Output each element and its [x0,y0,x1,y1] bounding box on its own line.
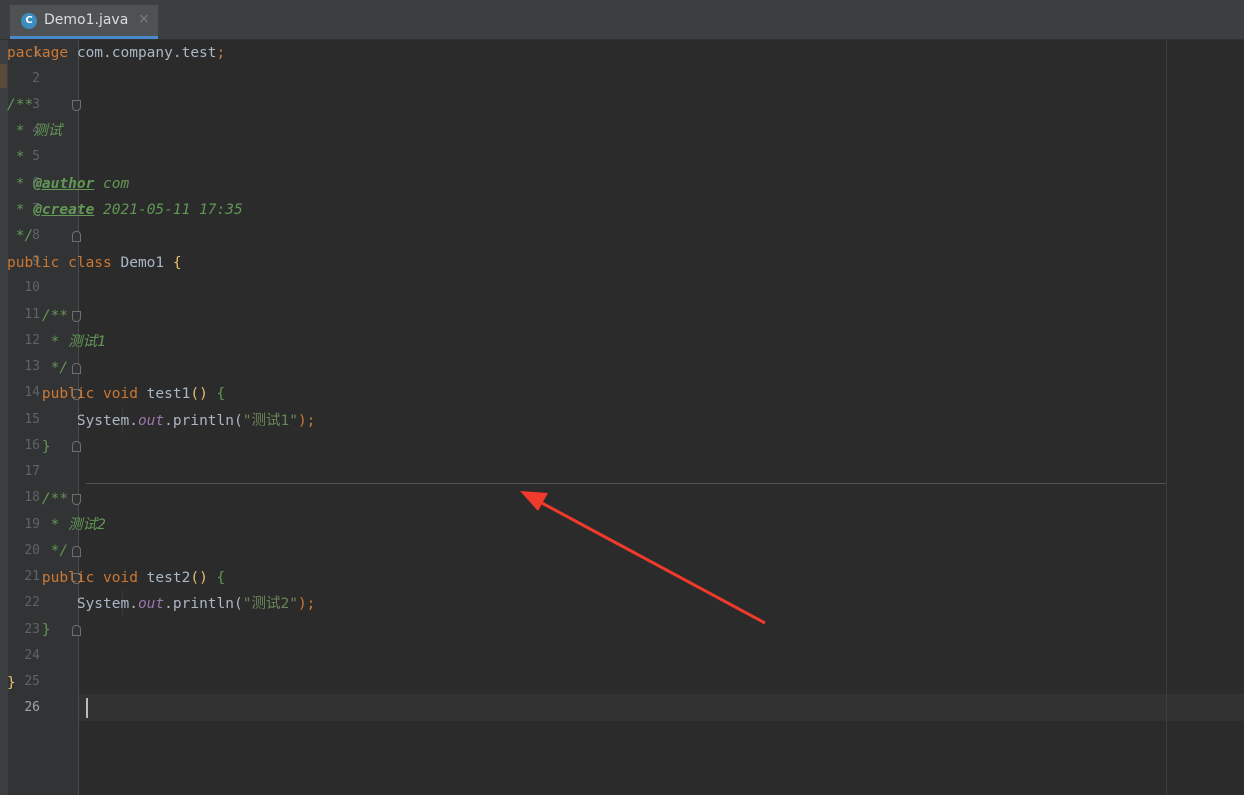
code-line-1[interactable]: package com.company.test; [7,43,225,63]
method-separator [86,483,1166,484]
text-caret [86,698,88,718]
method-name: test2 [137,570,191,586]
method-call: .println( [164,596,243,612]
system-ref: System. [7,413,138,429]
package-name: com.company.test [68,45,217,61]
code-line-9[interactable]: public class Demo1 { [7,253,182,273]
field-out: out [137,596,165,612]
fold-marker-icon[interactable] [72,100,81,111]
code-line-5[interactable]: * [7,147,25,167]
line-number: 10 [24,280,40,295]
editor-tab-bar: C Demo1.java × [0,0,1244,40]
java-class-icon: C [21,13,37,29]
brace: { [207,570,226,586]
line-number: 24 [24,648,40,663]
code-line-13[interactable]: */ [7,358,68,378]
close-icon[interactable]: × [138,11,150,27]
keyword: package [7,45,69,61]
code-line-15[interactable]: System.out.println("测试1"); [7,411,316,431]
comment-prefix: * [7,202,34,218]
code-line-21[interactable]: public void test2() { [7,568,225,588]
code-line-3[interactable]: /** [7,95,33,115]
keyword: public class [7,255,112,271]
code-line-7[interactable]: * @create 2021-05-11 17:35 [7,200,243,220]
system-ref: System. [7,596,138,612]
call-end: ); [297,596,316,612]
method-call: .println( [164,413,243,429]
line-number: 2 [32,71,40,86]
code-line-25[interactable]: } [7,673,16,693]
keyword: public void [7,386,138,402]
tab-demo1-java[interactable]: C Demo1.java × [10,5,158,39]
brace: { [172,255,182,271]
code-line-12[interactable]: * 测试1 [7,332,106,352]
code-line-8[interactable]: */ [7,226,33,246]
field-out: out [137,413,165,429]
right-margin-guide [1166,40,1167,795]
call-end: ); [297,413,316,429]
code-line-23[interactable]: } [7,620,51,640]
change-marker [0,64,7,88]
code-line-4[interactable]: * 测试 [7,121,62,141]
comment-text: com [94,176,130,192]
code-line-11[interactable]: /** [7,306,68,326]
fold-marker-icon[interactable] [72,546,81,557]
current-line-highlight [79,694,1244,721]
method-name: test1 [137,386,191,402]
fold-marker-icon[interactable] [72,231,81,242]
line-number: 26 [24,700,40,715]
code-line-22[interactable]: System.out.println("测试2"); [7,594,316,614]
paren: () [190,386,208,402]
fold-marker-icon[interactable] [72,625,81,636]
keyword: public void [7,570,138,586]
brace: { [207,386,226,402]
string-literal: "测试2" [242,596,298,612]
comment-text: 2021-05-11 17:35 [94,202,243,218]
fold-marker-icon[interactable] [72,311,81,322]
comment-prefix: * [7,176,34,192]
paren: () [190,570,208,586]
code-line-19[interactable]: * 测试2 [7,515,106,535]
code-line-20[interactable]: */ [7,541,68,561]
code-line-18[interactable]: /** [7,489,68,509]
line-number: 17 [24,464,40,479]
fold-marker-icon[interactable] [72,363,81,374]
line-number: 25 [24,674,40,689]
string-literal: "测试1" [242,413,298,429]
fold-marker-icon[interactable] [72,441,81,452]
code-line-6[interactable]: * @author com [7,174,130,194]
semicolon: ; [216,45,226,61]
tab-label: Demo1.java [44,12,129,28]
fold-marker-icon[interactable] [72,494,81,505]
code-line-16[interactable]: } [7,437,51,457]
class-name: Demo1 [111,255,173,271]
code-line-14[interactable]: public void test1() { [7,384,225,404]
javadoc-tag-author: @author [33,176,95,192]
javadoc-tag-create: @create [33,202,95,218]
